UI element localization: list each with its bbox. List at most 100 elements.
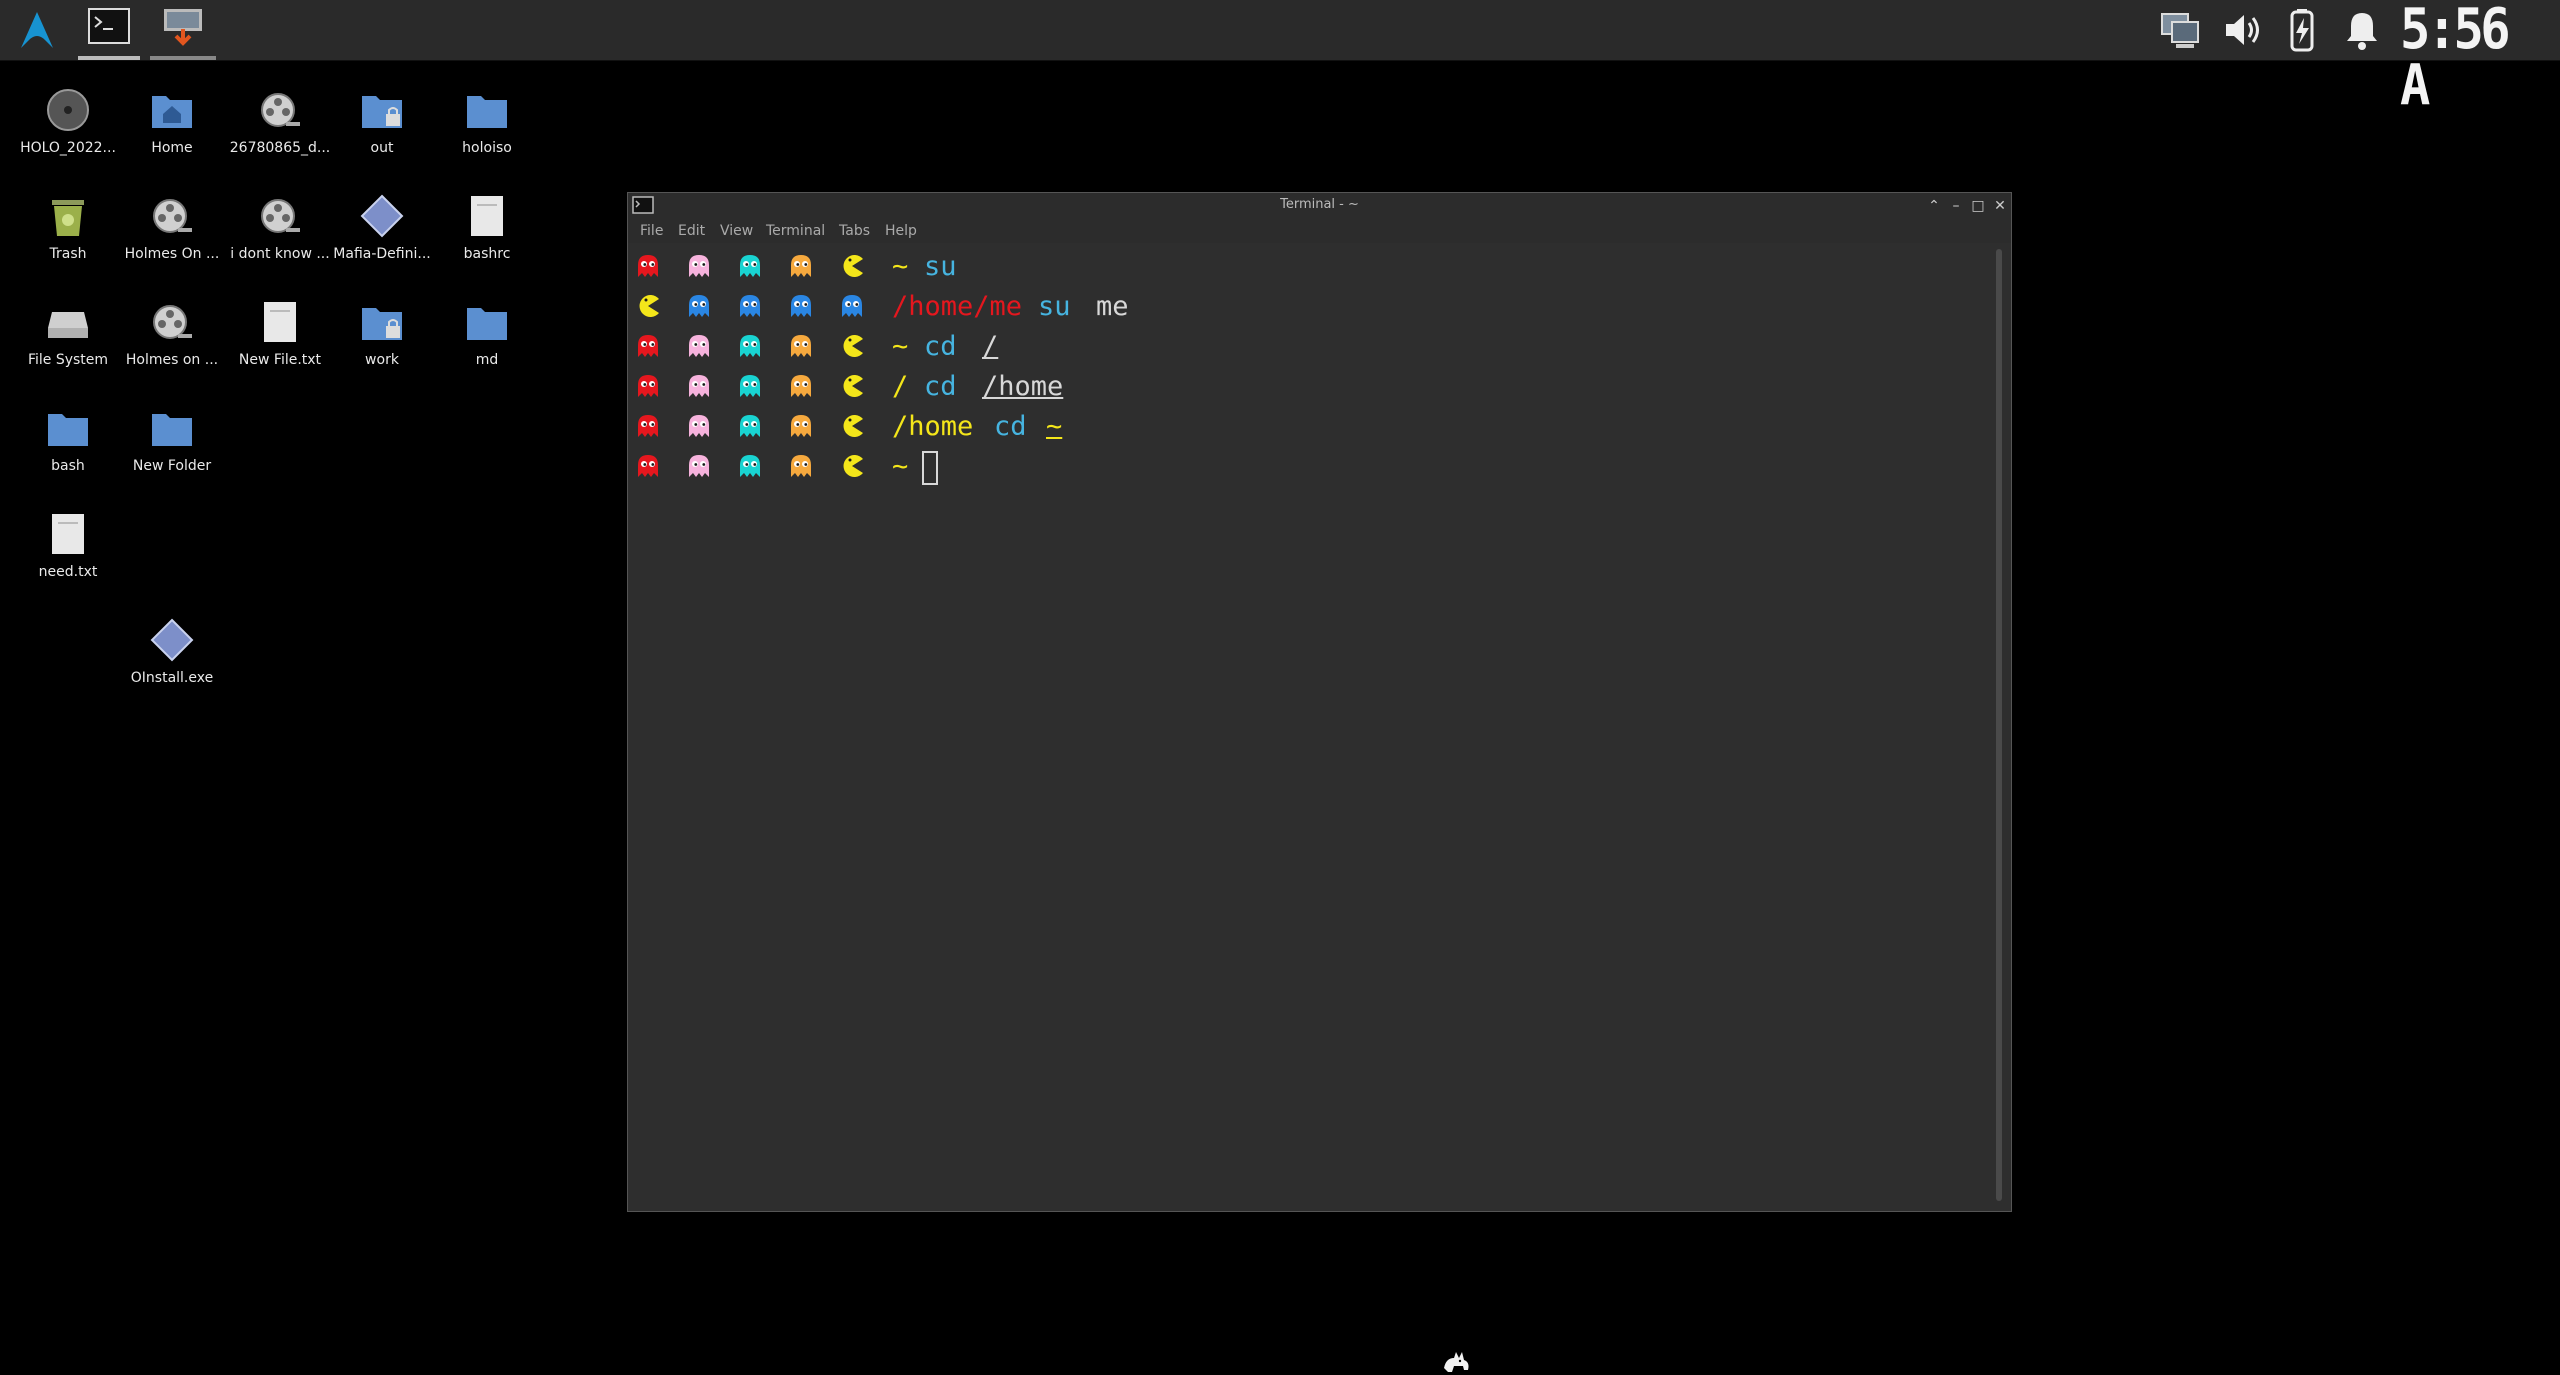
image-viewer-icon [162, 5, 204, 51]
shade-window-button[interactable]: ⌃ [1924, 196, 1944, 216]
video-reel-icon [261, 93, 300, 127]
desktop-icon-home[interactable]: Home [120, 88, 224, 184]
taskbar-image-viewer-button[interactable] [150, 0, 216, 60]
desktop-icon-trash[interactable]: Trash [16, 194, 120, 290]
desktop-icon-bashrc[interactable]: bashrc [435, 194, 539, 290]
minimize-window-button[interactable]: – [1946, 196, 1966, 216]
terminal-titlebar[interactable]: Terminal - ~ ⌃ – □ ✕ [628, 193, 2011, 219]
red-ghost-icon [636, 253, 660, 279]
cyan-ghost-icon [738, 253, 762, 279]
text-file-icon [471, 196, 503, 236]
menu-terminal[interactable]: Terminal [766, 223, 825, 239]
pink-ghost-icon [687, 253, 711, 279]
menu-view[interactable]: View [720, 223, 753, 239]
terminal-menubar: File Edit View Terminal Tabs Help [628, 219, 2011, 243]
orange-ghost-icon [789, 373, 813, 399]
executable-icon [150, 618, 194, 662]
terminal-output[interactable]: ~ su /home/me su me ~ cd / / cd /home /h… [632, 247, 1990, 1205]
terminal-line: /home/me su me [632, 287, 1932, 327]
desktop-icon-new-folder[interactable]: New Folder [120, 406, 224, 502]
desktop-icon-work[interactable]: work [330, 300, 434, 396]
close-window-button[interactable]: ✕ [1990, 196, 2010, 216]
locked-folder-icon [362, 308, 402, 340]
top-panel: 5:56 A [0, 0, 2560, 114]
cyan-ghost-icon [738, 413, 762, 439]
terminal-line: / cd /home [632, 367, 1932, 407]
video-reel-icon [153, 199, 192, 233]
clock[interactable]: 5:56 A [2400, 2, 2542, 114]
terminal-window[interactable]: Terminal - ~ ⌃ – □ ✕ File Edit View Term… [627, 192, 2012, 1212]
pacman-icon [840, 373, 864, 399]
blue-ghost-icon [738, 293, 762, 319]
orange-ghost-icon [789, 453, 813, 479]
executable-icon [360, 194, 404, 238]
menu-tabs[interactable]: Tabs [839, 223, 870, 239]
cat-cursor-icon [1444, 1352, 1469, 1372]
terminal-line: ~ [632, 447, 1932, 487]
maximize-window-button[interactable]: □ [1968, 196, 1988, 216]
pacman-icon [840, 453, 864, 479]
blue-ghost-icon [840, 293, 864, 319]
network-icon[interactable] [2154, 0, 2206, 60]
red-ghost-icon [636, 373, 660, 399]
desktop-icon-holo[interactable]: HOLO_2022... [16, 88, 120, 184]
taskbar-terminal-button[interactable] [78, 0, 140, 60]
desktop-icon-bash[interactable]: bash [16, 406, 120, 502]
desktop-icon-out[interactable]: out [330, 88, 434, 184]
desktop-icon-mafia[interactable]: Mafia-Defini... [330, 194, 434, 290]
terminal-line: /home cd ~ [632, 407, 1932, 447]
notification-bell-icon[interactable] [2336, 0, 2388, 60]
cyan-ghost-icon [738, 453, 762, 479]
folder-icon [48, 414, 88, 446]
locked-folder-icon [362, 96, 402, 128]
text-cursor [922, 451, 938, 485]
pacman-icon [636, 293, 660, 319]
folder-icon [467, 308, 507, 340]
video-reel-icon [261, 199, 300, 233]
terminal-icon [88, 8, 130, 48]
pink-ghost-icon [687, 333, 711, 359]
terminal-line: ~ cd / [632, 327, 1932, 367]
blue-ghost-icon [789, 293, 813, 319]
scrollbar[interactable] [1996, 249, 2002, 1201]
volume-icon[interactable] [2216, 0, 2268, 60]
desktop-icon-holoiso[interactable]: holoiso [435, 88, 539, 184]
desktop-icon-need-txt[interactable]: need.txt [16, 512, 120, 608]
text-file-icon [52, 514, 84, 554]
menu-edit[interactable]: Edit [678, 223, 705, 239]
desktop-icon-new-file[interactable]: New File.txt [228, 300, 332, 396]
red-ghost-icon [636, 333, 660, 359]
video-reel-icon [153, 305, 192, 339]
home-folder-icon [152, 96, 192, 128]
orange-ghost-icon [789, 253, 813, 279]
red-ghost-icon [636, 413, 660, 439]
desktop-icon-video-file[interactable]: 26780865_d... [228, 88, 332, 184]
cyan-ghost-icon [738, 333, 762, 359]
orange-ghost-icon [789, 333, 813, 359]
menu-file[interactable]: File [640, 223, 663, 239]
red-ghost-icon [636, 453, 660, 479]
window-title: Terminal - ~ [1280, 197, 1359, 212]
pacman-icon [840, 333, 864, 359]
desktop-icon-i-dont-know[interactable]: i dont know ... [228, 194, 332, 290]
desktop-icon-oinstall[interactable]: OInstall.exe [120, 618, 224, 714]
cyan-ghost-icon [738, 373, 762, 399]
desktop-icon-md[interactable]: md [435, 300, 539, 396]
terminal-line: ~ su [632, 247, 1932, 287]
desktop-icon-holmes-1[interactable]: Holmes On ... [120, 194, 224, 290]
disc-icon [47, 89, 89, 131]
folder-icon [152, 414, 192, 446]
pink-ghost-icon [687, 373, 711, 399]
desktop-icon-file-system[interactable]: File System [16, 300, 120, 396]
pacman-icon [840, 253, 864, 279]
drive-icon [48, 312, 88, 338]
menu-help[interactable]: Help [885, 223, 917, 239]
pink-ghost-icon [687, 453, 711, 479]
trash-icon [52, 200, 84, 236]
battery-icon[interactable] [2276, 0, 2328, 60]
desktop-icon-holmes-2[interactable]: Holmes on ... [120, 300, 224, 396]
arch-linux-logo-icon[interactable] [12, 0, 62, 60]
pacman-icon [840, 413, 864, 439]
folder-icon [467, 96, 507, 128]
orange-ghost-icon [789, 413, 813, 439]
